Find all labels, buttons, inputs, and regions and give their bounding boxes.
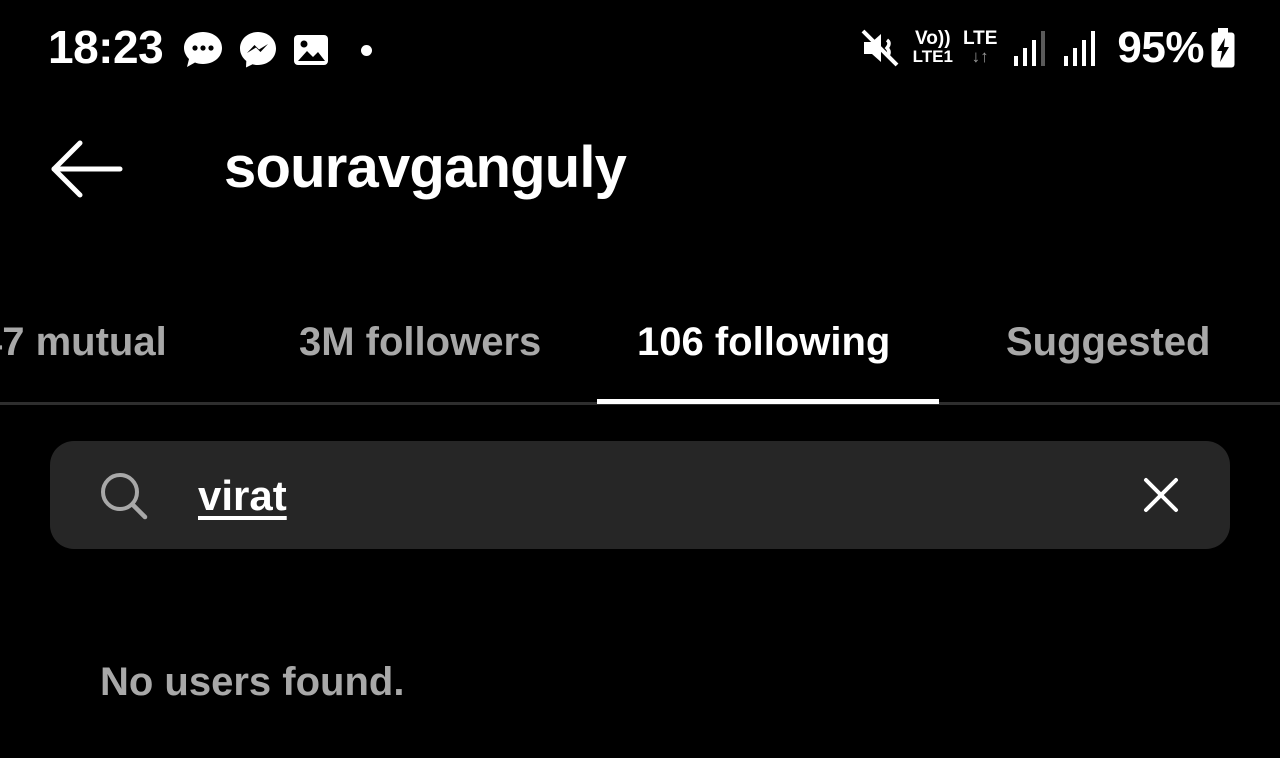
volte-sub-label: LTE1 — [912, 47, 953, 66]
no-results-message: No users found. — [100, 660, 405, 704]
gallery-icon — [294, 35, 328, 65]
back-arrow-icon[interactable] — [46, 136, 126, 202]
profile-header: souravganguly — [0, 110, 1280, 226]
volte-label: Vo)) — [915, 28, 951, 49]
lte-indicator: LTE ↓↑ — [962, 28, 998, 66]
chat-bubble-icon — [184, 32, 222, 67]
signal-icon — [1014, 31, 1046, 66]
search-icon — [101, 473, 148, 520]
lte-label: LTE — [962, 28, 998, 49]
follow-tabs: 47 mutual 3M followers 106 following Sug… — [0, 290, 1280, 404]
status-bar: 18:23 Vo)) LTE1 LTE ↓↑ 95% — [0, 0, 1280, 96]
tab-suggested[interactable]: Suggested — [1006, 302, 1210, 382]
more-notifications-dot — [361, 44, 372, 56]
volte-indicator: Vo)) LTE1 — [912, 28, 953, 66]
tab-followers[interactable]: 3M followers — [299, 302, 541, 382]
notification-icons — [181, 28, 372, 72]
status-time: 18:23 — [48, 21, 164, 73]
system-icons: Vo)) LTE1 LTE ↓↑ 95% — [861, 22, 1236, 74]
active-tab-indicator — [597, 399, 939, 404]
battery-percent: 95% — [1117, 23, 1204, 72]
profile-username: souravganguly — [224, 135, 627, 200]
lte-arrows: ↓↑ — [971, 47, 989, 66]
search-input[interactable] — [198, 466, 1078, 526]
messenger-icon — [240, 32, 276, 68]
signal-icon-2 — [1064, 31, 1096, 66]
tab-mutual[interactable]: 47 mutual — [0, 302, 167, 382]
following-list-screen: 18:23 Vo)) LTE1 LTE ↓↑ 95% souravganguly… — [0, 0, 1280, 758]
close-icon[interactable] — [1138, 472, 1184, 518]
battery-charging-icon — [1211, 28, 1235, 68]
mute-icon — [861, 29, 899, 67]
tab-following[interactable]: 106 following — [637, 302, 890, 382]
